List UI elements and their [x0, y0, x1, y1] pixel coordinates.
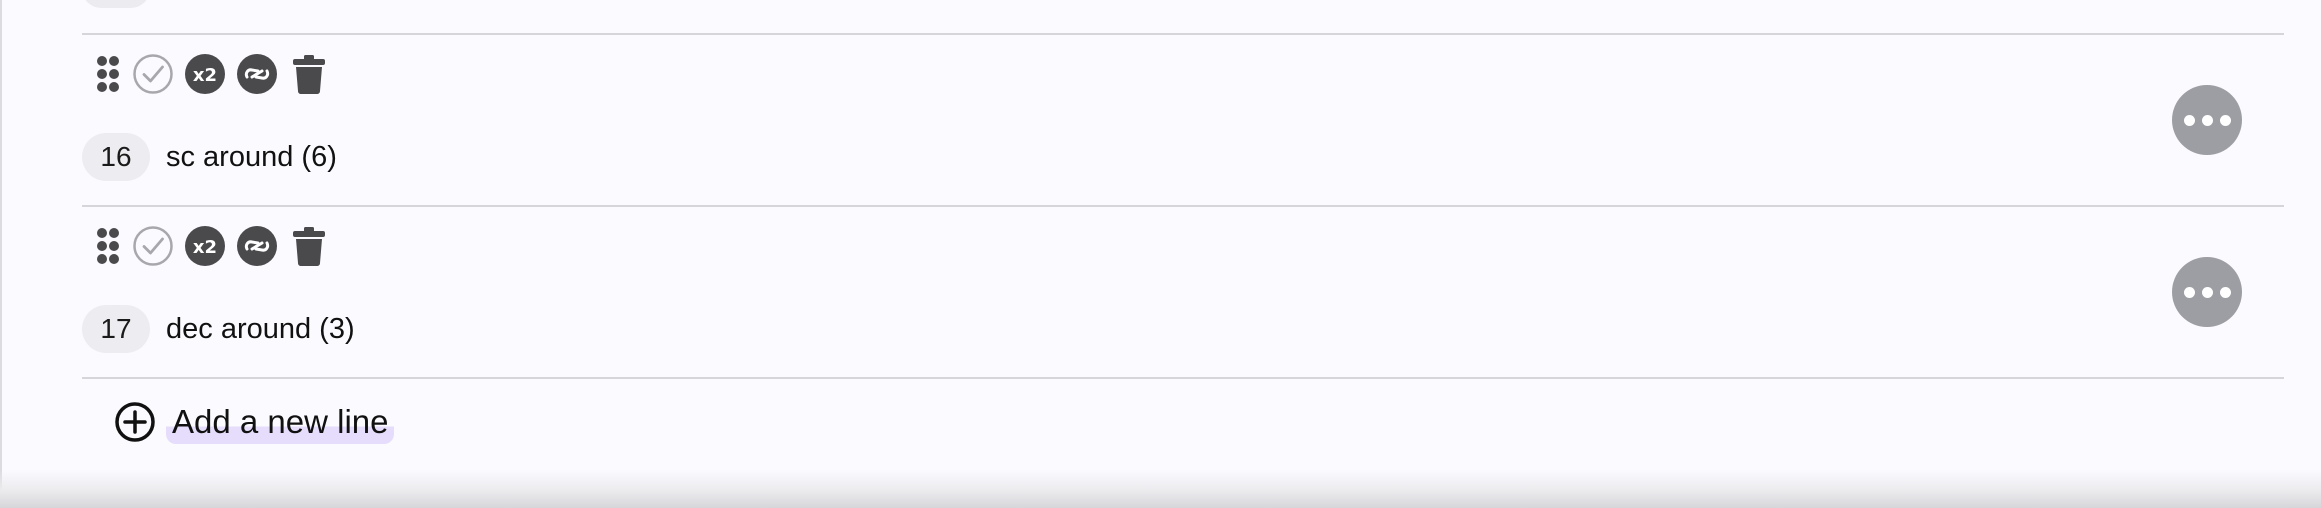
previous-step-badge [82, 0, 150, 8]
check-circle-icon[interactable] [132, 53, 174, 95]
step-instruction[interactable]: dec around (3) [166, 311, 355, 347]
pattern-steps-panel: x2 16 sc around (6) x2 17 dec around (3)… [0, 0, 2321, 490]
step-number-badge: 17 [82, 305, 150, 353]
add-new-line-label: Add a new line [166, 400, 395, 444]
step-instruction[interactable]: sc around (6) [166, 139, 337, 175]
more-options-button[interactable] [2172, 257, 2242, 327]
x2-icon[interactable]: x2 [184, 225, 226, 267]
svg-text:x2: x2 [193, 237, 217, 258]
panel-bottom-shadow [0, 470, 2321, 508]
trash-icon[interactable] [288, 53, 330, 95]
link-icon[interactable] [236, 53, 278, 95]
check-circle-icon[interactable] [132, 225, 174, 267]
step-number-badge: 16 [82, 133, 150, 181]
drag-handle-icon[interactable] [90, 53, 126, 95]
add-new-line-button[interactable]: Add a new line [114, 400, 395, 444]
x2-icon[interactable]: x2 [184, 53, 226, 95]
svg-text:x2: x2 [193, 65, 217, 86]
plus-circle-icon [115, 402, 155, 442]
more-dots-icon [2183, 286, 2195, 298]
row-toolbar: x2 [90, 53, 340, 95]
drag-handle-icon[interactable] [90, 225, 126, 267]
pattern-row: x2 16 sc around (6) [2, 35, 2321, 205]
row-divider [82, 377, 2284, 379]
row-toolbar: x2 [90, 225, 340, 267]
pattern-row: x2 17 dec around (3) [2, 207, 2321, 377]
more-dots-icon [2183, 114, 2195, 126]
trash-icon[interactable] [288, 225, 330, 267]
link-icon[interactable] [236, 225, 278, 267]
more-options-button[interactable] [2172, 85, 2242, 155]
